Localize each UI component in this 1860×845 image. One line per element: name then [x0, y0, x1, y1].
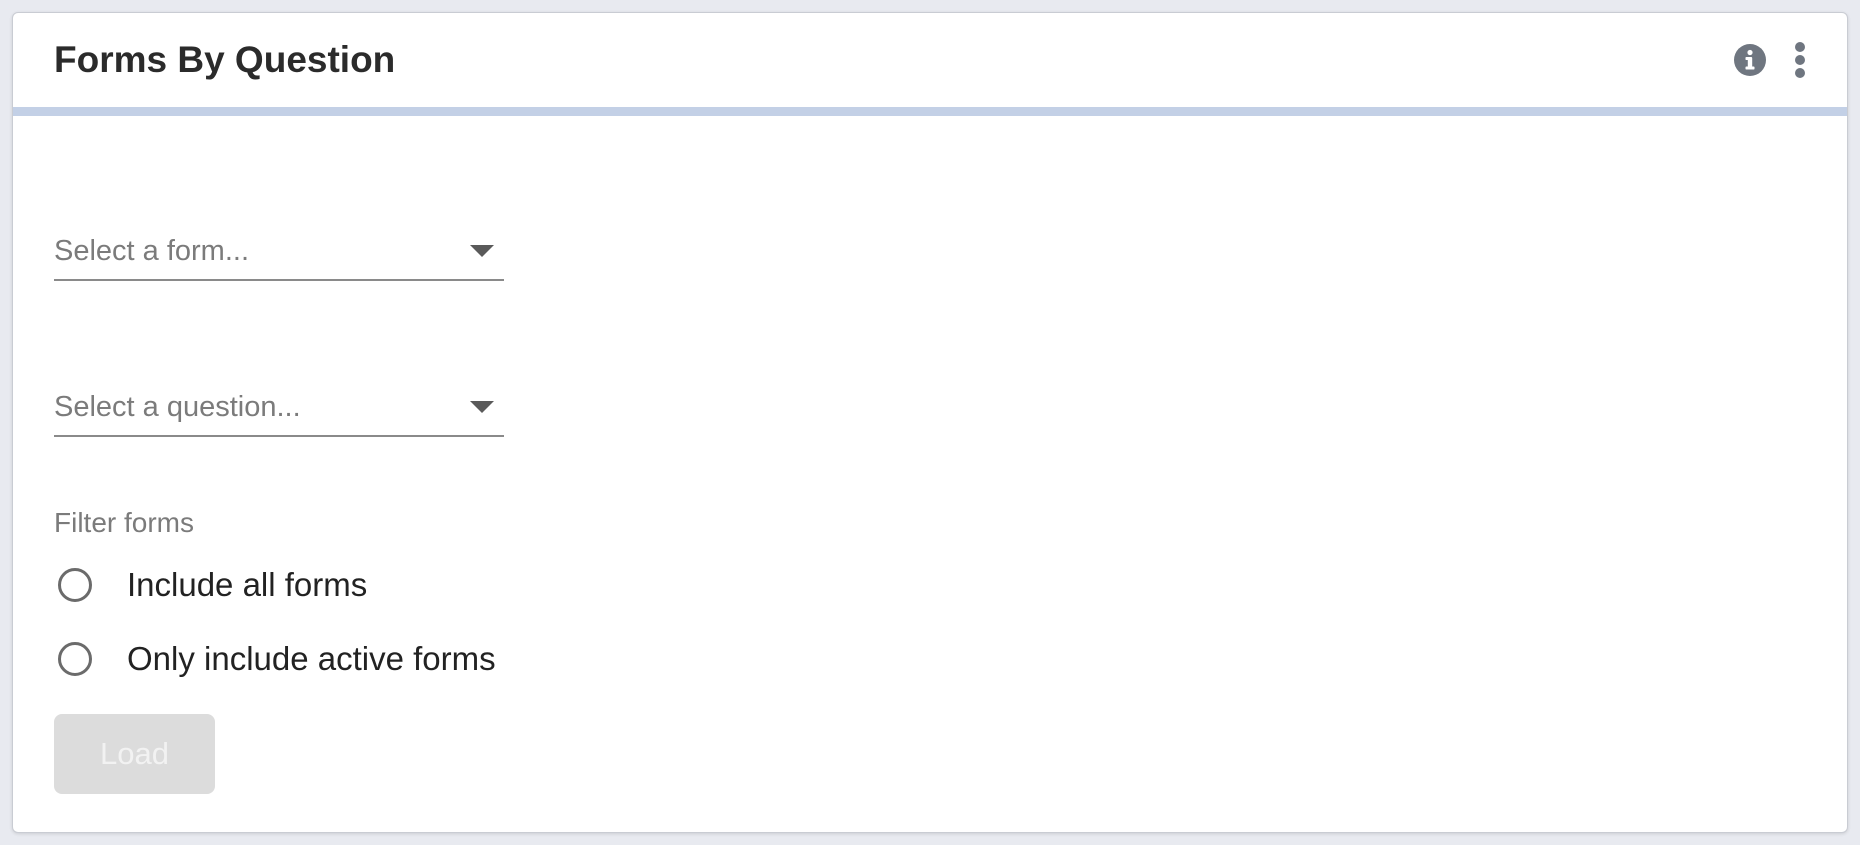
more-options-icon[interactable] — [1781, 39, 1819, 81]
card-header: Forms By Question — [13, 13, 1847, 107]
radio-label-only-active: Only include active forms — [127, 640, 496, 677]
radio-include-all-forms[interactable]: Include all forms — [58, 559, 367, 611]
load-button[interactable]: Load — [54, 714, 215, 794]
chevron-down-icon — [470, 245, 494, 257]
info-icon[interactable] — [1731, 39, 1769, 81]
question-select[interactable]: Select a question... — [54, 379, 504, 437]
card-title: Forms By Question — [54, 39, 396, 80]
radio-button-unchecked-icon[interactable] — [58, 568, 92, 602]
forms-by-question-card: Forms By Question Select a form... Selec… — [12, 12, 1848, 833]
form-select-placeholder: Select a form... — [54, 235, 250, 267]
form-select[interactable]: Select a form... — [54, 223, 504, 281]
filter-forms-label: Filter forms — [54, 507, 194, 538]
question-select-placeholder: Select a question... — [54, 391, 301, 423]
chevron-down-icon — [470, 401, 494, 413]
radio-only-active-forms[interactable]: Only include active forms — [58, 633, 496, 685]
header-accent-bar — [13, 107, 1847, 116]
radio-button-unchecked-icon[interactable] — [58, 642, 92, 676]
radio-label-include-all: Include all forms — [127, 566, 368, 603]
header-actions — [1731, 39, 1819, 81]
